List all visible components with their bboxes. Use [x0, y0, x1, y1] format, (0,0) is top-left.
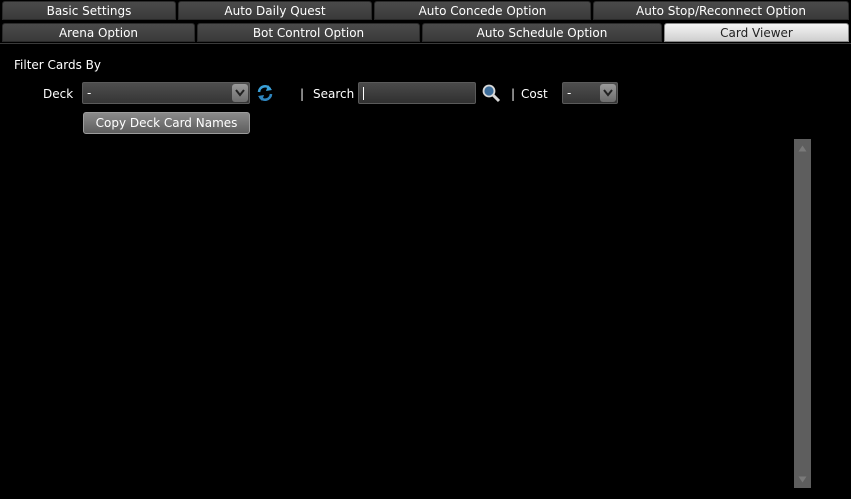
scroll-down-icon[interactable] [794, 472, 811, 486]
tab-card-viewer[interactable]: Card Viewer [664, 23, 849, 42]
cost-select[interactable]: - [562, 82, 618, 104]
tab-bot-control-option[interactable]: Bot Control Option [197, 23, 420, 42]
chevron-down-icon[interactable] [600, 84, 616, 102]
filter-heading: Filter Cards By [14, 58, 102, 72]
tab-arena-option[interactable]: Arena Option [2, 23, 195, 42]
search-label: Search [313, 87, 355, 101]
tab-auto-schedule-option[interactable]: Auto Schedule Option [422, 23, 662, 42]
separator-2: | [511, 87, 516, 101]
tab-content-divider [0, 43, 851, 44]
tab-row-2: Arena Option Bot Control Option Auto Sch… [0, 23, 851, 43]
tab-auto-concede-option[interactable]: Auto Concede Option [374, 1, 591, 20]
card-list-area [14, 139, 792, 488]
tab-row-1: Basic Settings Auto Daily Quest Auto Con… [0, 1, 851, 21]
vertical-scrollbar[interactable] [794, 139, 811, 488]
tab-auto-stop-reconnect-option[interactable]: Auto Stop/Reconnect Option [593, 1, 849, 20]
copy-deck-card-names-button[interactable]: Copy Deck Card Names [83, 112, 250, 134]
refresh-icon[interactable] [256, 84, 274, 102]
text-caret [363, 87, 364, 100]
deck-label: Deck [43, 87, 74, 101]
separator-1: | [300, 87, 305, 101]
scroll-up-icon[interactable] [794, 141, 811, 155]
chevron-down-icon[interactable] [232, 84, 248, 102]
tab-basic-settings[interactable]: Basic Settings [2, 1, 176, 20]
tab-auto-daily-quest[interactable]: Auto Daily Quest [178, 1, 372, 20]
deck-select[interactable]: - [82, 82, 250, 104]
search-input[interactable] [358, 82, 476, 104]
deck-select-value: - [87, 86, 92, 100]
magnifier-icon[interactable] [481, 83, 501, 103]
cost-select-value: - [567, 86, 572, 100]
cost-label: Cost [521, 87, 548, 101]
